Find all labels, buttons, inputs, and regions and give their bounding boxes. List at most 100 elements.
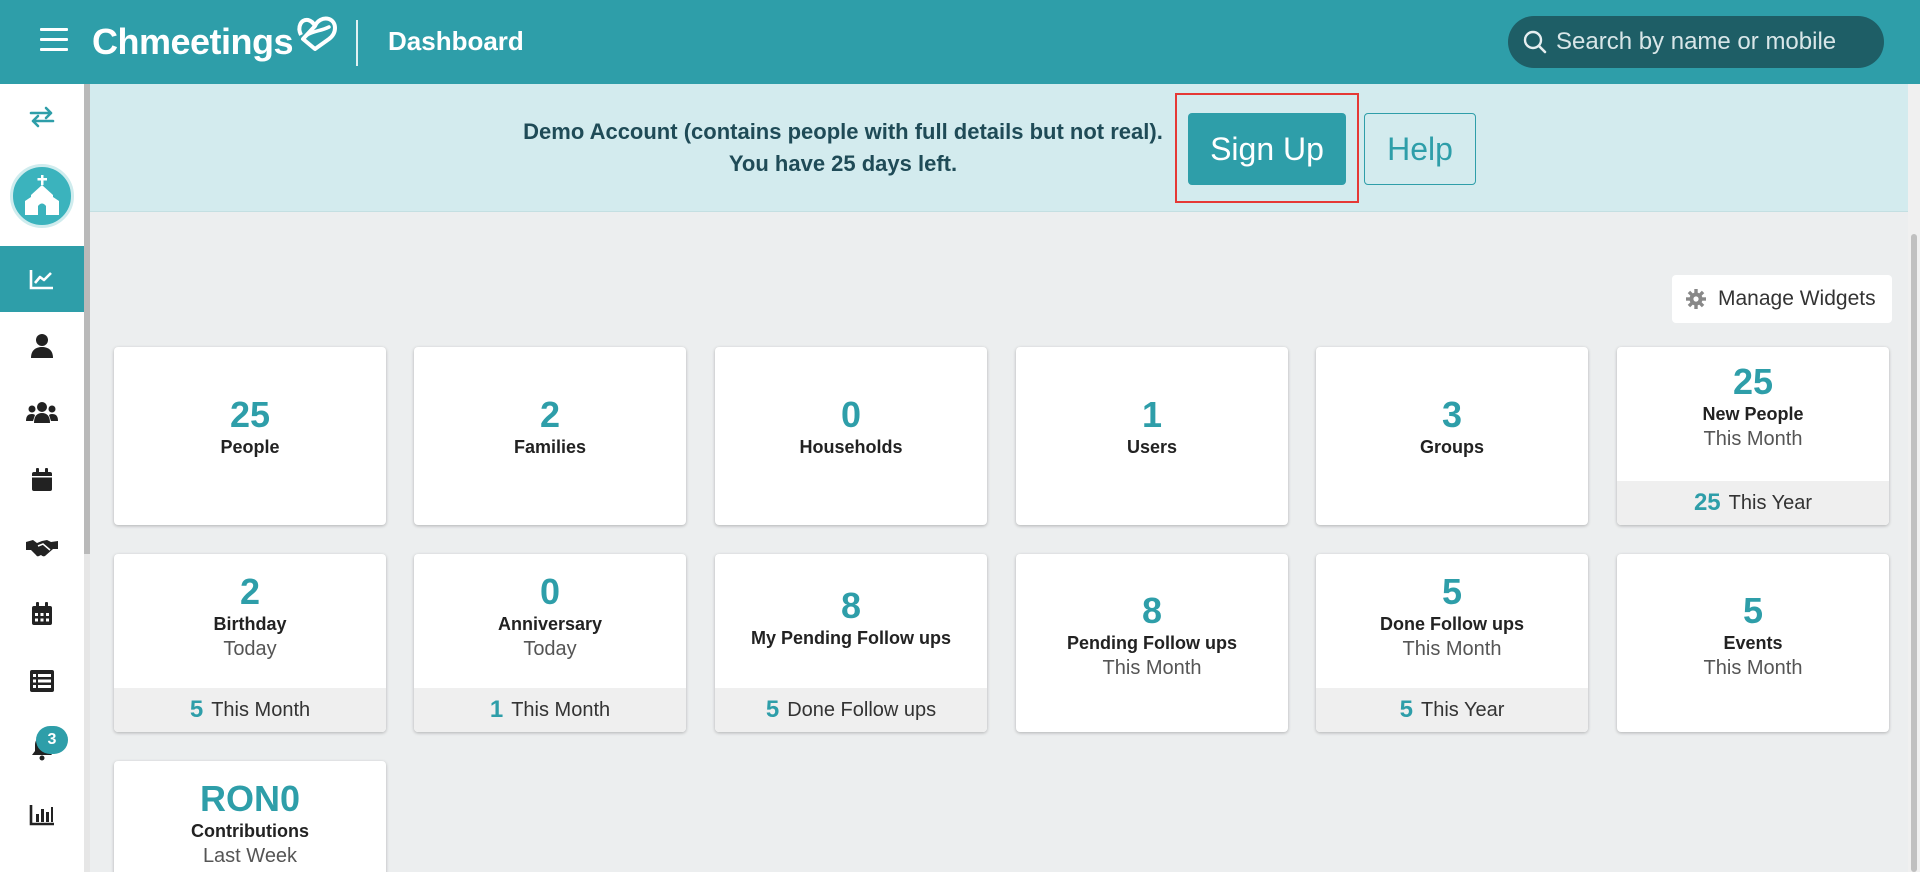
widget-footer-value: 5 [1399, 696, 1413, 723]
widget-label: Groups [1419, 437, 1484, 457]
widget-users[interactable]: 1 Users [1016, 347, 1288, 525]
sidebar-item-calendar[interactable] [0, 581, 84, 647]
list-icon [30, 670, 54, 692]
sidebar: 3 [0, 84, 84, 872]
demo-banner-text: Demo Account (contains people with full … [488, 116, 1198, 180]
widget-label: Contributions [191, 821, 309, 841]
widget-footer-value: 5 [189, 696, 204, 723]
widget-value: 2 [539, 394, 561, 435]
widget-pending-follow-ups[interactable]: 8 Pending Follow ups This Month [1016, 554, 1288, 732]
widget-footer: 1 This Month [414, 688, 686, 732]
demo-banner-line2: You have 25 days left. [728, 151, 958, 176]
gear-icon [1686, 289, 1706, 309]
widget-value: 5 [1742, 590, 1764, 631]
church-avatar[interactable] [10, 164, 74, 228]
manage-widgets-label: Manage Widgets [1718, 287, 1876, 310]
widget-value: 25 [229, 394, 271, 435]
widget-footer-label: This Month [211, 698, 311, 721]
widget-footer-value: 5 [765, 696, 780, 723]
widget-families[interactable]: 2 Families [414, 347, 686, 525]
sidebar-item-groups[interactable] [0, 380, 84, 446]
widget-value: 0 [840, 394, 862, 435]
widget-value: 25 [1732, 361, 1774, 402]
widget-footer-label: Done Follow ups [787, 698, 937, 721]
widget-subtitle: This Month [1102, 657, 1202, 679]
page-title: Dashboard [388, 26, 524, 56]
widget-footer: 5 This Month [114, 688, 386, 732]
chart-icon [29, 270, 53, 290]
widget-label: Anniversary [497, 614, 603, 634]
search-box[interactable] [1508, 16, 1884, 68]
church-icon [25, 175, 59, 215]
widget-my-pending-follow-ups[interactable]: 8 My Pending Follow ups 5 Done Follow up… [715, 554, 987, 732]
widget-footer: 5 Done Follow ups [715, 688, 987, 732]
signup-button[interactable]: Sign Up [1188, 113, 1346, 185]
person-icon [31, 334, 53, 358]
brand-logo[interactable]: Chmeetings [92, 16, 341, 68]
demo-banner-line1: Demo Account (contains people with full … [523, 119, 1163, 144]
widget-events[interactable]: 5 Events This Month [1617, 554, 1889, 732]
calendar-icon [32, 468, 52, 491]
widget-value: 8 [1141, 590, 1163, 631]
widget-label: Pending Follow ups [1067, 633, 1237, 653]
widget-footer-label: This Month [511, 698, 611, 721]
widget-subtitle: This Month [1402, 638, 1502, 660]
widget-households[interactable]: 0 Households [715, 347, 987, 525]
sidebar-item-dashboard[interactable] [0, 246, 84, 312]
widget-label: Done Follow ups [1380, 614, 1524, 634]
widget-label: Events [1723, 633, 1783, 653]
widget-subtitle: Today [223, 638, 277, 660]
main-scrollbar[interactable] [1908, 84, 1920, 872]
widget-value: 2 [239, 571, 261, 612]
widget-birthday[interactable]: 2 Birthday Today 5 This Month [114, 554, 386, 732]
notification-badge: 3 [36, 726, 68, 754]
widget-subtitle: Last Week [202, 845, 298, 867]
widget-value: RON0 [199, 778, 301, 819]
widget-label: My Pending Follow ups [751, 628, 951, 648]
sidebar-item-switch[interactable] [0, 84, 84, 150]
group-icon [26, 402, 58, 423]
widget-footer: 25 This Year [1617, 481, 1889, 525]
bar-chart-icon [29, 805, 54, 826]
widget-value: 3 [1441, 394, 1463, 435]
widget-footer-label: This Year [1420, 698, 1505, 721]
calendar-grid-icon [32, 602, 52, 625]
widget-label: Birthday [213, 614, 287, 634]
sidebar-item-forms[interactable] [0, 648, 84, 714]
logo-heart-icon [297, 16, 338, 51]
header-divider [356, 20, 358, 66]
widget-subtitle: This Month [1703, 657, 1803, 679]
widget-contributions[interactable]: RON0 Contributions Last Week [114, 761, 386, 872]
search-input[interactable] [1556, 28, 1876, 56]
widget-label: Users [1126, 437, 1178, 457]
widget-label: Families [513, 437, 587, 457]
widget-new-people[interactable]: 25 New People This Month 25 This Year [1617, 347, 1889, 525]
widget-footer: 5 This Year [1316, 688, 1588, 732]
help-button[interactable]: Help [1364, 113, 1476, 185]
widget-value: 8 [840, 585, 862, 626]
widget-value: 5 [1441, 571, 1463, 612]
widget-subtitle: Today [523, 638, 577, 660]
widget-value: 1 [1141, 394, 1163, 435]
search-icon [1523, 30, 1547, 54]
sidebar-item-reports[interactable] [0, 782, 84, 848]
widget-people[interactable]: 25 People [114, 347, 386, 525]
widget-footer-value: 25 [1693, 489, 1721, 516]
widget-label: People [220, 437, 280, 457]
widget-footer-label: This Year [1728, 491, 1813, 514]
sidebar-item-people[interactable] [0, 313, 84, 379]
sidebar-item-events[interactable] [0, 447, 84, 513]
widget-subtitle: This Month [1703, 428, 1803, 450]
widget-label: Households [799, 437, 903, 457]
sidebar-item-contributions[interactable] [0, 514, 84, 580]
brand-name: Chmeetings [92, 21, 294, 62]
widget-footer-value: 1 [489, 696, 504, 723]
manage-widgets-button[interactable]: Manage Widgets [1672, 275, 1892, 323]
top-bar: Chmeetings Dashboard [0, 0, 1920, 84]
widget-done-follow-ups[interactable]: 5 Done Follow ups This Month 5 This Year [1316, 554, 1588, 732]
widget-value: 0 [539, 571, 561, 612]
widget-groups[interactable]: 3 Groups [1316, 347, 1588, 525]
handshake-icon [26, 540, 58, 557]
widget-anniversary[interactable]: 0 Anniversary Today 1 This Month [414, 554, 686, 732]
menu-icon[interactable] [40, 28, 68, 52]
